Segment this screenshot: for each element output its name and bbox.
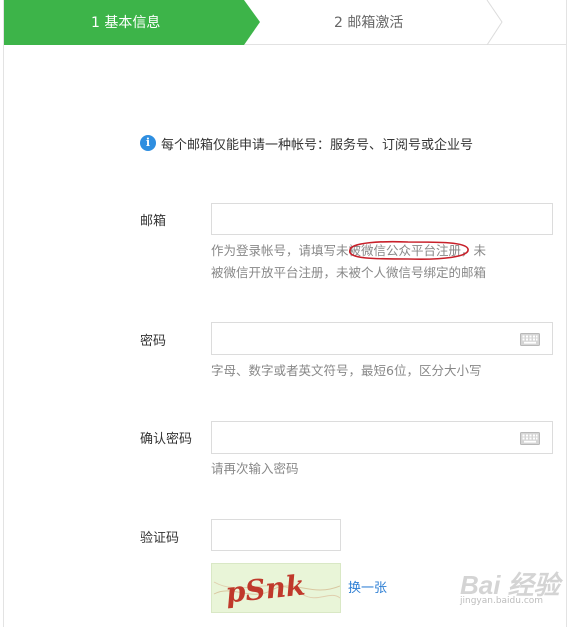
email-hint: 作为登录帐号，请填写未被微信公众平台注册，未 [211, 240, 486, 262]
email-hint-line-2: 被微信开放平台注册，未被个人微信号绑定的邮箱 [211, 265, 487, 280]
watermark-url: jingyan.baidu.com [460, 596, 544, 606]
captcha-image[interactable]: pSnk [211, 563, 341, 613]
confirm-password-field[interactable] [211, 421, 553, 454]
step-bar-graphic [4, 0, 503, 45]
account-notice: i 每个邮箱仅能申请一种帐号：服务号、订阅号或企业号 [140, 134, 474, 153]
step-1-label: 1 基本信息 [91, 15, 161, 31]
email-hint-part-3: ，未 [461, 243, 487, 258]
left-border [3, 0, 4, 627]
refresh-captcha-link[interactable]: 换一张 [348, 577, 387, 596]
email-hint-part-1: 作为登录帐号，请填写 [211, 243, 337, 258]
right-border [566, 0, 567, 627]
password-hint: 字母、数字或者英文符号，最短6位，区分大小写 [211, 363, 482, 378]
email-label: 邮箱 [140, 214, 167, 229]
step-2-label: 2 邮箱激活 [334, 15, 404, 31]
email-hint-highlight: 未被微信公众平台注册 [336, 243, 462, 258]
email-input[interactable] [211, 203, 553, 235]
registration-page: 1 基本信息 2 邮箱激活 i 每个邮箱仅能申请一种帐号：服务号、订阅号或企业号… [0, 0, 571, 627]
keyboard-icon[interactable] [520, 333, 540, 346]
captcha-label: 验证码 [140, 531, 180, 546]
password-field[interactable] [211, 322, 553, 355]
notice-text: 每个邮箱仅能申请一种帐号：服务号、订阅号或企业号 [161, 137, 474, 153]
keyboard-icon[interactable] [520, 432, 540, 445]
captcha-input[interactable] [211, 519, 341, 551]
confirm-password-hint: 请再次输入密码 [211, 461, 299, 476]
step-2-divider [486, 0, 503, 45]
captcha-text: pSnk [224, 569, 307, 610]
info-icon: i [140, 135, 156, 151]
captcha-graphic: pSnk [213, 569, 340, 610]
confirm-password-label: 确认密码 [140, 432, 193, 447]
step-bar: 1 基本信息 2 邮箱激活 [4, 0, 566, 45]
password-label: 密码 [140, 334, 167, 349]
baidu-watermark: Bai 经验 jingyan.baidu.com [460, 565, 560, 606]
